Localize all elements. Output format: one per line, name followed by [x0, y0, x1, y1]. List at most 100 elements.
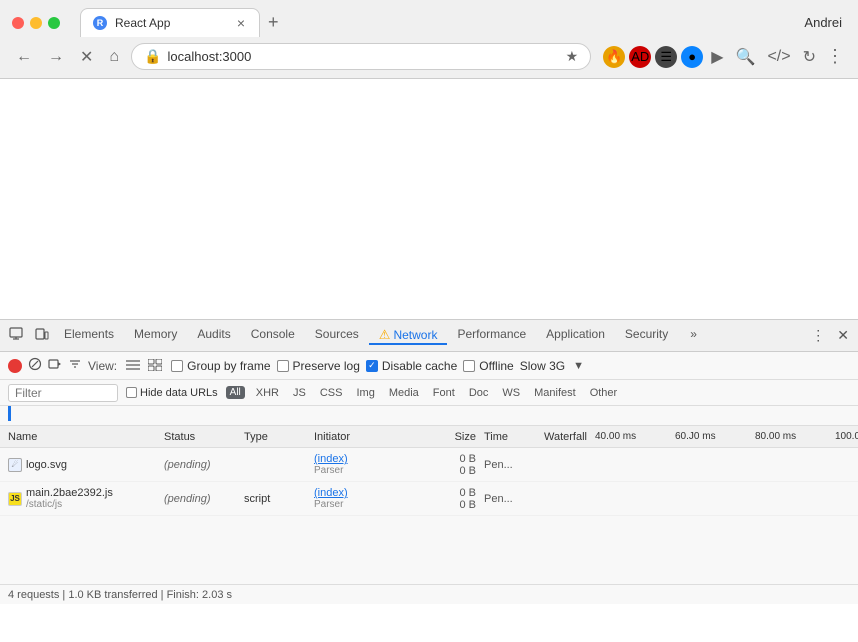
browser-chrome: R React App × + Andrei ← → ✕ ⌂ 🔒 localho…	[0, 0, 858, 79]
row-path: /static/js	[26, 499, 113, 510]
row-time: Pen...	[480, 448, 540, 481]
back-button[interactable]: ←	[12, 46, 36, 68]
preserve-log-checkbox-label[interactable]: Preserve log	[277, 359, 360, 373]
group-by-frame-checkbox-label[interactable]: Group by frame	[171, 359, 270, 373]
row-name-text: logo.svg	[26, 459, 67, 471]
row-size: 0 B 0 B	[420, 482, 480, 515]
throttle-dropdown-button[interactable]: ▼	[571, 360, 586, 372]
row-initiator: (index) Parser	[310, 482, 420, 515]
tab-memory[interactable]: Memory	[124, 327, 187, 343]
devtools-button[interactable]: </>	[763, 46, 794, 68]
table-row[interactable]: JS main.2bae2392.js /static/js (pending)…	[0, 482, 858, 516]
row-name-cell: JS main.2bae2392.js /static/js	[0, 482, 160, 515]
col-header-name: Name	[0, 431, 160, 443]
col-header-60ms: 60.J0 ms	[671, 431, 751, 442]
all-filter-badge[interactable]: All	[226, 386, 245, 399]
row-name-text: main.2bae2392.js /static/js	[26, 487, 113, 510]
tab-more-button[interactable]: »	[680, 327, 707, 343]
maximize-button[interactable]	[48, 17, 60, 29]
tab-console[interactable]: Console	[241, 327, 305, 343]
hide-data-urls-label[interactable]: Hide data URLs	[126, 387, 218, 399]
bookmark-button[interactable]: ★	[566, 48, 579, 65]
row-type: script	[240, 482, 310, 515]
col-header-time: Time	[480, 431, 540, 443]
tab-network[interactable]: ⚠ Network	[369, 327, 448, 345]
video-button[interactable]	[48, 357, 62, 374]
clear-button[interactable]	[28, 357, 42, 374]
filter-css[interactable]: CSS	[317, 386, 346, 400]
tab-audits[interactable]: Audits	[187, 327, 240, 343]
tab-close-button[interactable]: ×	[235, 15, 247, 31]
timeline-bar: 10 ms 20 ms 30 ms 40 ms 50 ms	[0, 406, 858, 426]
extension-icon-3[interactable]: ☰	[655, 46, 677, 68]
extension-icon-2[interactable]: AD	[629, 46, 651, 68]
tab-security[interactable]: Security	[615, 327, 678, 343]
table-row[interactable]: ☄ logo.svg (pending) (index) Parser 0 B …	[0, 448, 858, 482]
col-header-type: Type	[240, 431, 310, 443]
devtools-more-button[interactable]: ⋮	[806, 323, 830, 348]
filter-js[interactable]: JS	[290, 386, 309, 400]
filter-other[interactable]: Other	[587, 386, 621, 400]
browser-tab[interactable]: R React App ×	[80, 8, 260, 37]
file-icon: ☄	[8, 458, 22, 472]
extension-icon-4[interactable]: ●	[681, 46, 703, 68]
devtools-panel: Elements Memory Audits Console Sources ⚠…	[0, 319, 858, 604]
disable-cache-checkbox-label[interactable]: ✓ Disable cache	[366, 359, 457, 373]
tab-application[interactable]: Application	[536, 327, 615, 343]
offline-checkbox[interactable]	[463, 360, 475, 372]
row-status: (pending)	[160, 482, 240, 515]
record-button[interactable]	[8, 359, 22, 373]
filter-font[interactable]: Font	[430, 386, 458, 400]
filter-media[interactable]: Media	[386, 386, 422, 400]
row-waterfall	[540, 482, 858, 515]
page-content	[0, 79, 858, 319]
slow-3g-label: Slow 3G	[520, 359, 565, 373]
filter-button[interactable]	[68, 357, 82, 374]
url-bar[interactable]: 🔒 localhost:3000 ★	[131, 43, 591, 70]
col-header-status: Status	[160, 431, 240, 443]
devtools-topbar: Elements Memory Audits Console Sources ⚠…	[0, 320, 858, 352]
settings-button[interactable]: ↻	[799, 45, 820, 69]
filter-ws[interactable]: WS	[499, 386, 523, 400]
initiator-link[interactable]: (index)	[314, 453, 416, 465]
filter-img[interactable]: Img	[353, 386, 377, 400]
filter-doc[interactable]: Doc	[466, 386, 492, 400]
title-bar: R React App × + Andrei	[0, 0, 858, 37]
tab-sources[interactable]: Sources	[305, 327, 369, 343]
cast-button[interactable]: ▶	[707, 45, 727, 69]
devtools-tabs: Elements Memory Audits Console Sources ⚠…	[54, 327, 806, 345]
disable-cache-checkbox[interactable]: ✓	[366, 360, 378, 372]
devtools-panel-icons	[4, 323, 54, 348]
list-view-button[interactable]	[123, 357, 143, 375]
view-icons	[123, 357, 165, 375]
inspect-element-button[interactable]	[4, 323, 28, 348]
home-button[interactable]: ⌂	[105, 46, 123, 68]
col-header-100ms: 100.00 ms	[831, 431, 858, 442]
preserve-log-checkbox[interactable]	[277, 360, 289, 372]
extension-icon-1[interactable]: 🔥	[603, 46, 625, 68]
row-name-cell: ☄ logo.svg	[0, 448, 160, 481]
hide-data-urls-checkbox[interactable]	[126, 387, 137, 398]
tab-elements[interactable]: Elements	[54, 327, 124, 343]
js-file-icon: JS	[8, 492, 22, 506]
initiator-link[interactable]: (index)	[314, 487, 416, 499]
offline-checkbox-label[interactable]: Offline	[463, 359, 513, 373]
forward-button[interactable]: →	[44, 46, 68, 68]
more-options-button[interactable]: ⋮	[824, 44, 846, 69]
reload-button[interactable]: ✕	[76, 45, 97, 69]
tab-performance[interactable]: Performance	[447, 327, 536, 343]
close-button[interactable]	[12, 17, 24, 29]
new-tab-button[interactable]: +	[260, 8, 287, 37]
group-by-frame-checkbox[interactable]	[171, 360, 183, 372]
filter-xhr[interactable]: XHR	[253, 386, 282, 400]
zoom-button[interactable]: 🔍	[732, 45, 760, 69]
col-header-waterfall: Waterfall	[540, 431, 591, 443]
group-view-button[interactable]	[145, 357, 165, 375]
timeline-left	[0, 406, 525, 426]
filter-input[interactable]	[8, 384, 118, 402]
filter-manifest[interactable]: Manifest	[531, 386, 579, 400]
minimize-button[interactable]	[30, 17, 42, 29]
network-toolbar: View: Group by frame	[0, 352, 858, 380]
device-toggle-button[interactable]	[30, 323, 54, 348]
devtools-close-button[interactable]: ✕	[832, 323, 854, 348]
